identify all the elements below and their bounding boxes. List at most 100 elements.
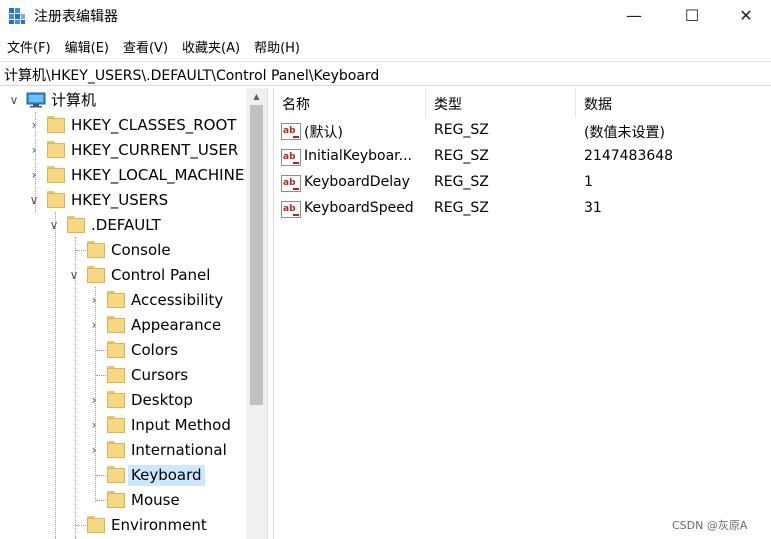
column-header-data[interactable]: 数据	[576, 88, 771, 118]
expanded-chevron-icon[interactable]: ∨	[8, 92, 20, 108]
tree-node-colors[interactable]: Colors	[0, 338, 246, 363]
address-bar[interactable]: 计算机\HKEY_USERS\.DEFAULT\Control Panel\Ke…	[0, 61, 771, 86]
folder-icon	[87, 516, 105, 533]
value-name: KeyboardSpeed	[304, 200, 414, 216]
value-row[interactable]: ab KeyboardDelay REG_SZ 1	[274, 171, 771, 197]
menu-help[interactable]: 帮助(H)	[247, 34, 307, 58]
tree-guide	[76, 525, 86, 526]
tree-node-hkey-classes-root[interactable]: › HKEY_CLASSES_ROOT	[0, 113, 246, 138]
collapsed-chevron-icon[interactable]: ›	[28, 142, 40, 158]
tree-guide	[96, 475, 106, 476]
folder-icon	[87, 241, 105, 258]
folder-icon	[107, 416, 125, 433]
title-bar: 注册表编辑器 — ☐ ✕	[0, 0, 771, 32]
watermark: CSDN @灰原A	[672, 519, 748, 532]
pane-splitter[interactable]	[267, 88, 274, 539]
computer-icon	[26, 92, 46, 108]
close-button[interactable]: ✕	[717, 0, 771, 30]
tree-scrollbar[interactable]: ▲	[246, 88, 267, 539]
tree-node-cursors[interactable]: Cursors	[0, 363, 246, 388]
value-row[interactable]: ab InitialKeyboar... REG_SZ 2147483648	[274, 145, 771, 171]
tree-label: International	[131, 441, 227, 459]
value-type: REG_SZ	[434, 122, 489, 138]
tree-node-desktop[interactable]: › Desktop	[0, 388, 246, 413]
collapsed-chevron-icon[interactable]: ›	[88, 292, 100, 308]
tree-node-control-panel[interactable]: ∨ Control Panel	[0, 263, 246, 288]
folder-icon	[67, 216, 85, 233]
menu-edit[interactable]: 编辑(E)	[58, 34, 116, 58]
tree-label: HKEY_CURRENT_USER	[71, 141, 239, 159]
tree-label: Console	[111, 241, 171, 259]
tree-node-international[interactable]: › International	[0, 438, 246, 463]
value-row[interactable]: ab (默认) REG_SZ (数值未设置)	[274, 119, 771, 145]
value-data: 1	[584, 174, 593, 190]
expanded-chevron-icon[interactable]: ∨	[48, 217, 60, 233]
menu-bar: 文件(F) 编辑(E) 查看(V) 收藏夹(A) 帮助(H)	[0, 34, 307, 58]
tree-node-hkey-users[interactable]: ∨ HKEY_USERS	[0, 188, 246, 213]
collapsed-chevron-icon[interactable]: ›	[88, 392, 100, 408]
regedit-app-icon	[9, 8, 25, 24]
tree-label: HKEY_LOCAL_MACHINE	[71, 166, 245, 184]
folder-icon	[107, 291, 125, 308]
minimize-button[interactable]: —	[605, 0, 663, 30]
tree-node-keyboard[interactable]: Keyboard	[0, 463, 246, 488]
scrollbar-thumb[interactable]	[250, 105, 263, 405]
tree-label: HKEY_USERS	[71, 191, 169, 209]
collapsed-chevron-icon[interactable]: ›	[88, 317, 100, 333]
value-data: (数值未设置)	[584, 125, 665, 141]
tree-node-accessibility[interactable]: › Accessibility	[0, 288, 246, 313]
tree-guide	[96, 500, 106, 501]
tree-node-appearance[interactable]: › Appearance	[0, 313, 246, 338]
value-data: 31	[584, 200, 602, 216]
tree-node-hkey-local-machine[interactable]: › HKEY_LOCAL_MACHINE	[0, 163, 246, 188]
value-type: REG_SZ	[434, 200, 489, 216]
value-type: REG_SZ	[434, 148, 489, 164]
value-name: KeyboardDelay	[304, 174, 410, 190]
close-icon: ✕	[739, 5, 753, 25]
folder-icon	[47, 166, 65, 183]
value-name: (默认)	[304, 125, 343, 141]
tree-node-mouse[interactable]: Mouse	[0, 488, 246, 513]
maximize-icon: ☐	[684, 5, 700, 25]
tree-label: Input Method	[131, 416, 231, 434]
expanded-chevron-icon[interactable]: ∨	[28, 192, 40, 208]
tree-node-environment[interactable]: Environment	[0, 513, 246, 538]
tree-node-default[interactable]: ∨ .DEFAULT	[0, 213, 246, 238]
maximize-button[interactable]: ☐	[663, 0, 721, 30]
address-path: 计算机\HKEY_USERS\.DEFAULT\Control Panel\Ke…	[4, 68, 380, 84]
folder-icon	[47, 116, 65, 133]
string-value-icon: ab	[281, 149, 301, 166]
tree-node-console[interactable]: Console	[0, 238, 246, 263]
folder-icon	[107, 316, 125, 333]
value-data: 2147483648	[584, 148, 674, 164]
column-header-type[interactable]: 类型	[426, 88, 576, 118]
folder-icon	[107, 466, 125, 483]
value-row[interactable]: ab KeyboardSpeed REG_SZ 31	[274, 197, 771, 223]
expanded-chevron-icon[interactable]: ∨	[68, 267, 80, 283]
tree-node-computer[interactable]: ∨ 计算机	[0, 88, 246, 113]
tree-guide	[76, 250, 86, 251]
tree-label: Accessibility	[131, 291, 224, 309]
tree-guide	[96, 375, 106, 376]
string-value-icon: ab	[281, 123, 301, 140]
tree-label: HKEY_CLASSES_ROOT	[71, 116, 237, 134]
tree-label: Colors	[131, 341, 178, 359]
folder-icon	[47, 191, 65, 208]
folder-icon	[47, 141, 65, 158]
collapsed-chevron-icon[interactable]: ›	[88, 442, 100, 458]
tree-label: Environment	[111, 516, 207, 534]
window-title: 注册表编辑器	[34, 9, 118, 25]
column-header-name[interactable]: 名称	[274, 88, 426, 118]
tree-label: Desktop	[131, 391, 193, 409]
scroll-up-arrow-icon[interactable]: ▲	[246, 88, 267, 105]
collapsed-chevron-icon[interactable]: ›	[28, 117, 40, 133]
collapsed-chevron-icon[interactable]: ›	[28, 167, 40, 183]
tree-node-hkey-current-user[interactable]: › HKEY_CURRENT_USER	[0, 138, 246, 163]
menu-favorites[interactable]: 收藏夹(A)	[175, 34, 247, 58]
menu-file[interactable]: 文件(F)	[0, 34, 58, 58]
value-name: InitialKeyboar...	[304, 148, 412, 164]
tree-node-input-method[interactable]: › Input Method	[0, 413, 246, 438]
collapsed-chevron-icon[interactable]: ›	[88, 417, 100, 433]
menu-view[interactable]: 查看(V)	[116, 34, 175, 58]
tree-label: Cursors	[131, 366, 189, 384]
